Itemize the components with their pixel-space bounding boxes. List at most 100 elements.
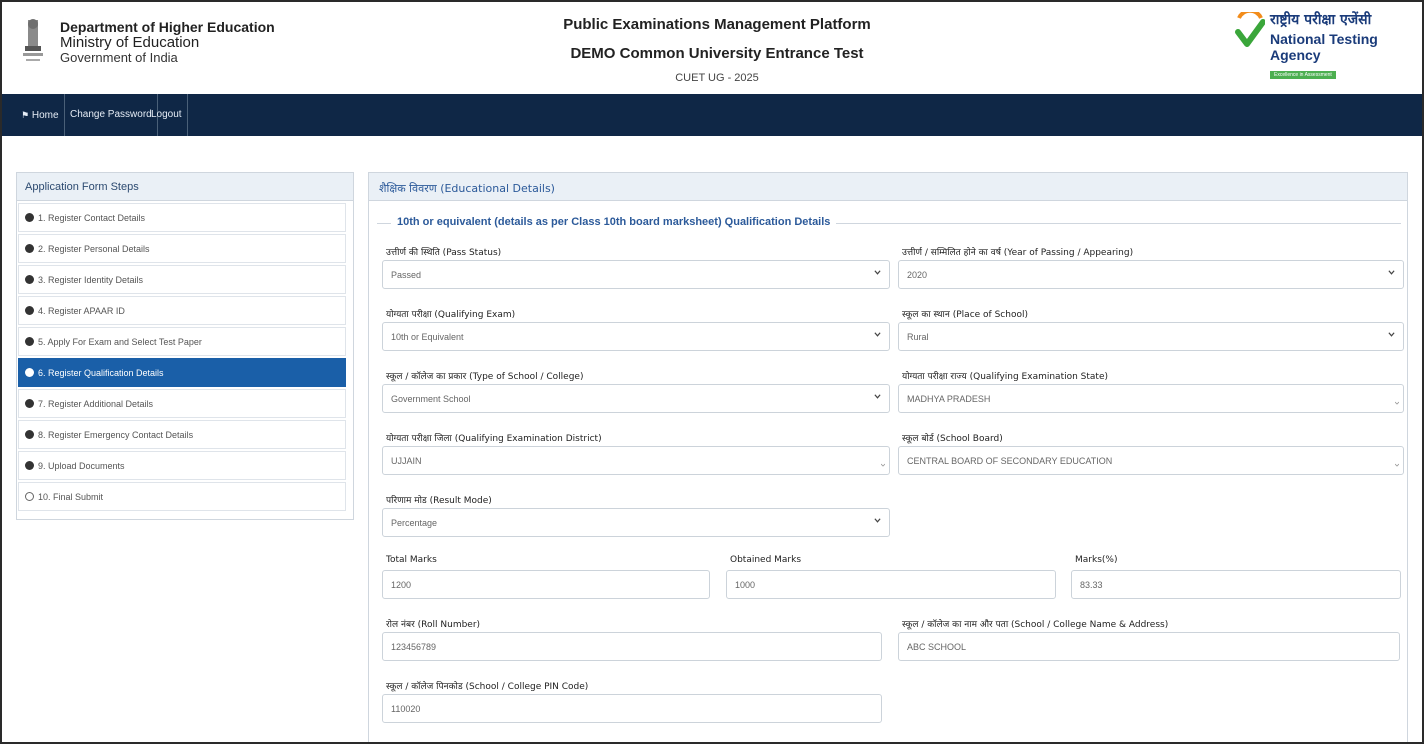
- school-pin-input[interactable]: 110020: [382, 694, 882, 723]
- chevron-down-icon: [1394, 397, 1400, 405]
- obtained-marks-value: 1000: [735, 580, 756, 590]
- chevron-down-icon: [874, 331, 881, 338]
- total-marks-input[interactable]: 1200: [382, 570, 710, 599]
- qualifying-district-label: योग्यता परीक्षा जिला (Qualifying Examina…: [386, 434, 602, 444]
- roll-number-value: 123456789: [391, 642, 437, 652]
- section-legend: 10th or equivalent (details as per Class…: [391, 216, 837, 228]
- browser-frame: Department of Higher Education Ministry …: [0, 0, 1424, 744]
- total-marks-value: 1200: [391, 580, 412, 590]
- marks-percent-value: 83.33: [1080, 580, 1103, 590]
- step-item-apply-exam[interactable]: 5. Apply For Exam and Select Test Paper: [18, 327, 346, 356]
- chevron-down-icon: [874, 393, 881, 400]
- school-pin-value: 110020: [391, 704, 421, 714]
- qualifying-exam-value: 10th or Equivalent: [391, 332, 464, 342]
- school-board-select[interactable]: CENTRAL BOARD OF SECONDARY EDUCATION: [898, 446, 1404, 475]
- step-item-identity-details[interactable]: 3. Register Identity Details: [18, 265, 346, 294]
- check-circle-icon: [25, 368, 34, 377]
- step-item-apaar-id[interactable]: 4. Register APAAR ID: [18, 296, 346, 325]
- check-circle-icon: [25, 461, 34, 470]
- check-circle-icon: [25, 306, 34, 315]
- step-item-contact-details[interactable]: 1. Register Contact Details: [18, 203, 346, 232]
- school-name-label: स्कूल / कॉलेज का नाम और पता (School / Co…: [902, 620, 1169, 630]
- step-label: 9. Upload Documents: [38, 461, 125, 471]
- qualifying-state-value: MADHYA PRADESH: [907, 394, 991, 404]
- check-circle-icon: [25, 244, 34, 253]
- year-of-passing-label: उत्तीर्ण / सम्मिलित होने का वर्ष (Year o…: [902, 248, 1134, 258]
- step-label: 5. Apply For Exam and Select Test Paper: [38, 337, 202, 347]
- qualifying-exam-label: योग्यता परीक्षा (Qualifying Exam): [386, 310, 516, 320]
- year-of-passing-select[interactable]: 2020: [898, 260, 1404, 289]
- pass-status-value: Passed: [391, 270, 422, 280]
- step-item-qualification-details[interactable]: 6. Register Qualification Details: [18, 358, 346, 387]
- panel-title: शैक्षिक विवरण (Educational Details): [379, 182, 555, 195]
- nta-tagline: Excellence in Assessment: [1270, 71, 1336, 79]
- government-name: Government of India: [60, 50, 178, 65]
- step-label: 10. Final Submit: [38, 492, 104, 502]
- result-mode-label: परिणाम मोड (Result Mode): [386, 496, 492, 506]
- total-marks-label: Total Marks: [386, 555, 437, 565]
- step-label: 6. Register Qualification Details: [38, 368, 164, 378]
- qualification-fieldset: [377, 223, 1401, 742]
- chevron-down-icon: [1394, 459, 1400, 467]
- qualifying-state-select[interactable]: MADHYA PRADESH: [898, 384, 1404, 413]
- school-name-input[interactable]: ABC SCHOOL: [898, 632, 1400, 661]
- nav-home-label: Home: [31, 110, 59, 121]
- chevron-down-icon: [1388, 269, 1395, 276]
- exam-session: CUET UG - 2025: [675, 72, 759, 84]
- ministry-name: Ministry of Education: [60, 34, 200, 51]
- department-name: Department of Higher Education: [60, 19, 275, 35]
- type-of-school-value: Government School: [391, 394, 471, 404]
- nav-logout-link[interactable]: Logout: [146, 94, 188, 136]
- place-of-school-select[interactable]: Rural: [898, 322, 1404, 351]
- top-navbar: ⚑ Home Change Password Logout: [2, 94, 1422, 136]
- panel-header: शैक्षिक विवरण (Educational Details): [369, 173, 1407, 201]
- marks-percent-label: Marks(%): [1075, 555, 1118, 565]
- step-label: 7. Register Additional Details: [38, 399, 154, 409]
- qualifying-district-select[interactable]: UJJAIN: [382, 446, 890, 475]
- sidebar-header: Application Form Steps: [17, 173, 353, 201]
- marks-percent-input[interactable]: 83.33: [1071, 570, 1401, 599]
- school-pin-label: स्कूल / कॉलेज पिनकोड (School / College P…: [386, 682, 589, 692]
- school-board-value: CENTRAL BOARD OF SECONDARY EDUCATION: [907, 456, 1113, 466]
- platform-title-block: Public Examinations Management Platform …: [502, 16, 932, 84]
- chevron-down-icon: [874, 269, 881, 276]
- roll-number-label: रोल नंबर (Roll Number): [386, 620, 481, 630]
- qualifying-exam-select[interactable]: 10th or Equivalent: [382, 322, 890, 351]
- step-label: 3. Register Identity Details: [38, 275, 144, 285]
- nta-checkmark-logo-icon: [1235, 12, 1265, 47]
- result-mode-select[interactable]: Percentage: [382, 508, 890, 537]
- year-of-passing-value: 2020: [907, 270, 928, 280]
- pass-status-select[interactable]: Passed: [382, 260, 890, 289]
- place-of-school-value: Rural: [907, 332, 929, 342]
- step-item-additional-details[interactable]: 7. Register Additional Details: [18, 389, 346, 418]
- type-of-school-label: स्कूल / कॉलेज का प्रकार (Type of School …: [386, 372, 584, 382]
- step-item-personal-details[interactable]: 2. Register Personal Details: [18, 234, 346, 263]
- qualifying-district-value: UJJAIN: [391, 456, 422, 466]
- obtained-marks-label: Obtained Marks: [730, 555, 802, 565]
- step-item-final-submit[interactable]: 10. Final Submit: [18, 482, 346, 511]
- step-label: 4. Register APAAR ID: [38, 306, 125, 316]
- step-label: 8. Register Emergency Contact Details: [38, 430, 194, 440]
- chevron-down-icon: [1388, 331, 1395, 338]
- check-circle-icon: [25, 275, 34, 284]
- check-circle-icon: [25, 430, 34, 439]
- nav-home-link[interactable]: ⚑ Home: [16, 94, 65, 136]
- chevron-down-icon: [880, 459, 886, 467]
- national-emblem-icon: [23, 19, 43, 61]
- check-circle-icon: [25, 399, 34, 408]
- step-item-emergency-contact[interactable]: 8. Register Emergency Contact Details: [18, 420, 346, 449]
- clock-circle-icon: [25, 492, 34, 501]
- place-of-school-label: स्कूल का स्थान (Place of School): [902, 310, 1028, 320]
- exam-title: DEMO Common University Entrance Test: [570, 45, 864, 62]
- department-block: Department of Higher Education Ministry …: [60, 19, 275, 66]
- obtained-marks-input[interactable]: 1000: [726, 570, 1056, 599]
- nav-change-password-link[interactable]: Change Password: [65, 94, 158, 136]
- result-mode-value: Percentage: [391, 518, 438, 528]
- step-item-upload-documents[interactable]: 9. Upload Documents: [18, 451, 346, 480]
- school-board-label: स्कूल बोर्ड (School Board): [902, 434, 1003, 444]
- roll-number-input[interactable]: 123456789: [382, 632, 882, 661]
- page-header: Department of Higher Education Ministry …: [2, 2, 1422, 94]
- check-circle-icon: [25, 213, 34, 222]
- chevron-down-icon: [874, 517, 881, 524]
- type-of-school-select[interactable]: Government School: [382, 384, 890, 413]
